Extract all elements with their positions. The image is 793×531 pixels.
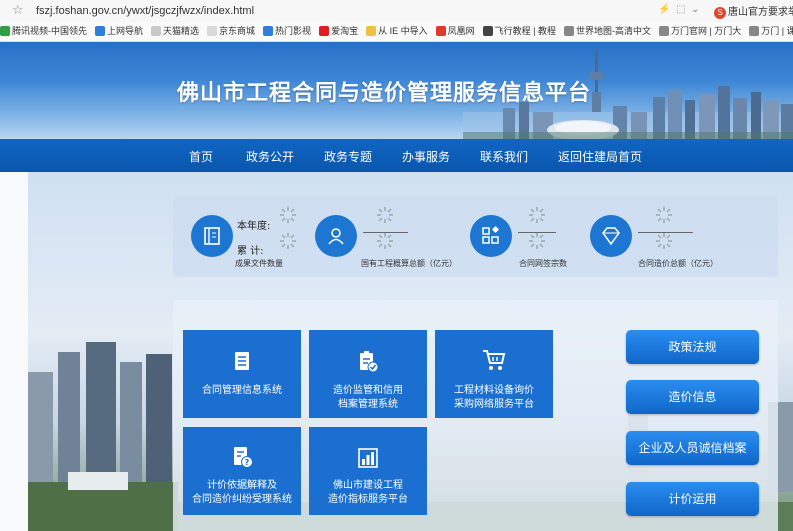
- tile-contract-management[interactable]: 合同管理信息系统: [183, 330, 301, 418]
- bookmark-item[interactable]: 从 IE 中导入: [366, 22, 428, 41]
- stat-total-label: 累 计:: [237, 246, 264, 257]
- bookmark-label: 万门 | 课程详情: [761, 26, 793, 36]
- stat-year-label: 本年度:: [237, 221, 271, 232]
- loading-spinner-icon: [529, 207, 545, 223]
- loading-spinner-icon: [656, 207, 672, 223]
- bookmark-favicon-icon: [319, 25, 330, 36]
- stat-apps-icon: [470, 215, 512, 257]
- bookmark-label: 万门官网 | 万门大: [670, 26, 742, 36]
- bookmark-favicon-icon: [263, 25, 274, 36]
- browser-search-tab[interactable]: S唐山官方要求举报: [714, 3, 793, 19]
- tile-cost-index-platform[interactable]: 佛山市建设工程 造价指标服务平台: [309, 427, 427, 515]
- bookmark-item[interactable]: 凤凰网: [435, 22, 475, 41]
- cart-icon: [483, 350, 506, 370]
- stat-caption-3: 合同造价总额（亿元）: [638, 259, 718, 268]
- site-banner: 佛山市工程合同与造价管理服务信息平台: [0, 42, 793, 139]
- bookmark-item[interactable]: 万门 | 课程详情: [749, 22, 793, 41]
- bookmark-item[interactable]: 天猫精选: [151, 22, 199, 41]
- tile-label: 合同管理信息系统: [202, 385, 282, 396]
- cost-info-button[interactable]: 造价信息: [626, 380, 759, 414]
- stat-user-icon: [315, 215, 357, 257]
- address-bar: ☆ fszj.foshan.gov.cn/ywxt/jsgczjfwzx/ind…: [0, 0, 793, 23]
- bookmark-favicon-icon: [749, 25, 760, 36]
- stat-caption-2: 合同网签宗数: [519, 259, 567, 268]
- bookmark-item[interactable]: 京东商城: [207, 22, 255, 41]
- tile-cost-supervision-credit[interactable]: 造价监管和信用 档案管理系统: [309, 330, 427, 418]
- stat-caption-1: 国有工程概算总额（亿元）: [361, 259, 457, 268]
- sogou-icon: S: [714, 7, 726, 19]
- document-icon: [235, 352, 249, 370]
- bookmark-label: 世界地图-高清中文: [575, 26, 651, 36]
- bookmark-item[interactable]: 世界地图-高清中文: [563, 22, 651, 41]
- bookmark-favicon-icon: [0, 25, 10, 36]
- help-doc-icon: ?: [234, 447, 253, 468]
- bookmark-label: 热门影视: [275, 26, 312, 36]
- tile-label: 佛山市建设工程 造价指标服务平台: [328, 480, 408, 505]
- bookmark-item[interactable]: 腾讯视频-中国领先: [0, 22, 87, 41]
- bookmarks-bar: 腾讯视频-中国领先 上网导航 天猫精选 京东商城 热门影视 爱淘宝 从 IE 中导入 凤凰网 飞…: [0, 22, 793, 42]
- clipboard-check-icon: [360, 351, 379, 373]
- bookmark-label: 从 IE 中导入: [378, 26, 428, 36]
- city-skyline-illustration: [463, 50, 793, 139]
- bookmark-item[interactable]: 上网导航: [95, 22, 143, 41]
- bookmark-favicon-icon: [95, 25, 105, 36]
- bookmark-favicon-icon: [207, 25, 218, 36]
- svg-text:?: ?: [245, 458, 250, 467]
- bookmark-label: 爱淘宝: [331, 26, 359, 36]
- stat-caption-0: 成果文件数量: [235, 259, 283, 268]
- bar-chart-icon: [358, 448, 378, 468]
- bookmark-label: 京东商城: [219, 26, 256, 36]
- bookmark-label: 飞行教程 | 教程: [494, 26, 556, 36]
- bookmark-favicon-icon: [366, 25, 377, 36]
- page-left-margin: [0, 172, 28, 531]
- tile-label: 工程材料设备询价 采购网络服务平台: [454, 385, 534, 410]
- bookmark-item[interactable]: 万门官网 | 万门大: [658, 22, 742, 41]
- bookmark-favicon-icon: [563, 25, 574, 36]
- loading-spinner-icon: [280, 233, 296, 249]
- bookmark-label: 上网导航: [107, 26, 144, 36]
- stat-document-icon: [191, 215, 233, 257]
- tile-label: 计价依据解释及 合同造价纠纷受理系统: [192, 480, 292, 505]
- bookmark-favicon-icon: [435, 25, 446, 36]
- bookmark-item[interactable]: 飞行教程 | 教程: [482, 22, 556, 41]
- tile-pricing-dispute[interactable]: ? 计价依据解释及 合同造价纠纷受理系统: [183, 427, 301, 515]
- nav-gov-affairs[interactable]: 政务公开: [246, 148, 294, 165]
- loading-spinner-icon: [656, 233, 672, 249]
- browser-tools-icons[interactable]: ⚡ ⬚ ⌄: [658, 4, 699, 15]
- nav-services[interactable]: 办事服务: [402, 148, 450, 165]
- bookmark-item[interactable]: 爱淘宝: [319, 22, 358, 41]
- policy-regulations-button[interactable]: 政策法规: [626, 330, 759, 364]
- bookmark-favicon-icon: [482, 25, 493, 36]
- bookmark-favicon-icon: [151, 25, 162, 36]
- loading-spinner-icon: [529, 233, 545, 249]
- nav-back-to-bureau[interactable]: 返回住建局首页: [558, 148, 642, 165]
- bookmark-item[interactable]: 热门影视: [263, 22, 311, 41]
- bookmark-label: 腾讯视频-中国领先: [12, 26, 87, 36]
- tile-label: 造价监管和信用 档案管理系统: [333, 385, 403, 410]
- bookmark-label: 天猫精选: [163, 26, 200, 36]
- bookmark-star-icon[interactable]: ☆: [12, 3, 24, 18]
- main-nav: 首页 政务公开 政务专题 办事服务 联系我们 返回住建局首页: [0, 139, 793, 172]
- stat-diamond-icon: [590, 215, 632, 257]
- bookmark-label: 凤凰网: [447, 26, 475, 36]
- credit-records-button[interactable]: 企业及人员诚信档案: [626, 431, 759, 465]
- nav-home[interactable]: 首页: [189, 148, 213, 165]
- loading-spinner-icon: [280, 207, 296, 223]
- loading-spinner-icon: [377, 207, 393, 223]
- nav-contact[interactable]: 联系我们: [480, 148, 528, 165]
- bookmark-favicon-icon: [658, 25, 669, 36]
- tile-material-procurement[interactable]: 工程材料设备询价 采购网络服务平台: [435, 330, 553, 418]
- loading-spinner-icon: [377, 233, 393, 249]
- url-field[interactable]: fszj.foshan.gov.cn/ywxt/jsgczjfwzx/index…: [36, 5, 254, 17]
- nav-special-topics[interactable]: 政务专题: [324, 148, 372, 165]
- pricing-application-button[interactable]: 计价运用: [626, 482, 759, 516]
- stats-panel: 本年度: 累 计: 成果文件数量 国有工程概算总额（亿元） 合同网签宗数 合同造…: [173, 196, 778, 277]
- browser-search-tab-label: 唐山官方要求举报: [728, 7, 793, 18]
